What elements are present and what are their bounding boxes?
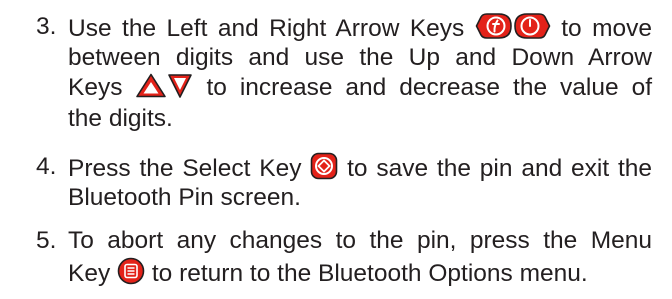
right-arrow-key-icon	[513, 12, 551, 40]
down-arrow-key-icon	[167, 73, 193, 99]
step-text-line: Use the Left and Right Arrow Keys to mov…	[68, 12, 652, 43]
step-number: 3.	[36, 13, 57, 40]
step-text-line: the digits.	[68, 104, 173, 132]
left-arrow-key-icon	[475, 12, 513, 40]
select-key-icon	[310, 152, 338, 180]
up-arrow-key-icon	[135, 73, 167, 99]
step-number: 5.	[36, 227, 57, 254]
step-text-line: Key to return to the Bluetooth Options m…	[68, 257, 652, 288]
menu-key-icon	[117, 257, 145, 285]
step-text-line: Press the Select Key to save the pin and…	[68, 152, 652, 183]
step-text-line: To abort any changes to the pin, press t…	[68, 227, 652, 254]
step-number: 4.	[36, 153, 57, 180]
instruction-list: 3. Use the Left and Right Arrow Keys to …	[0, 0, 672, 299]
step-text-line: Keys to increase and decrease the value …	[68, 73, 653, 101]
step-text-line: between digits and use the Up and Down A…	[68, 43, 652, 71]
step-text-line: Bluetooth Pin screen.	[68, 183, 301, 211]
